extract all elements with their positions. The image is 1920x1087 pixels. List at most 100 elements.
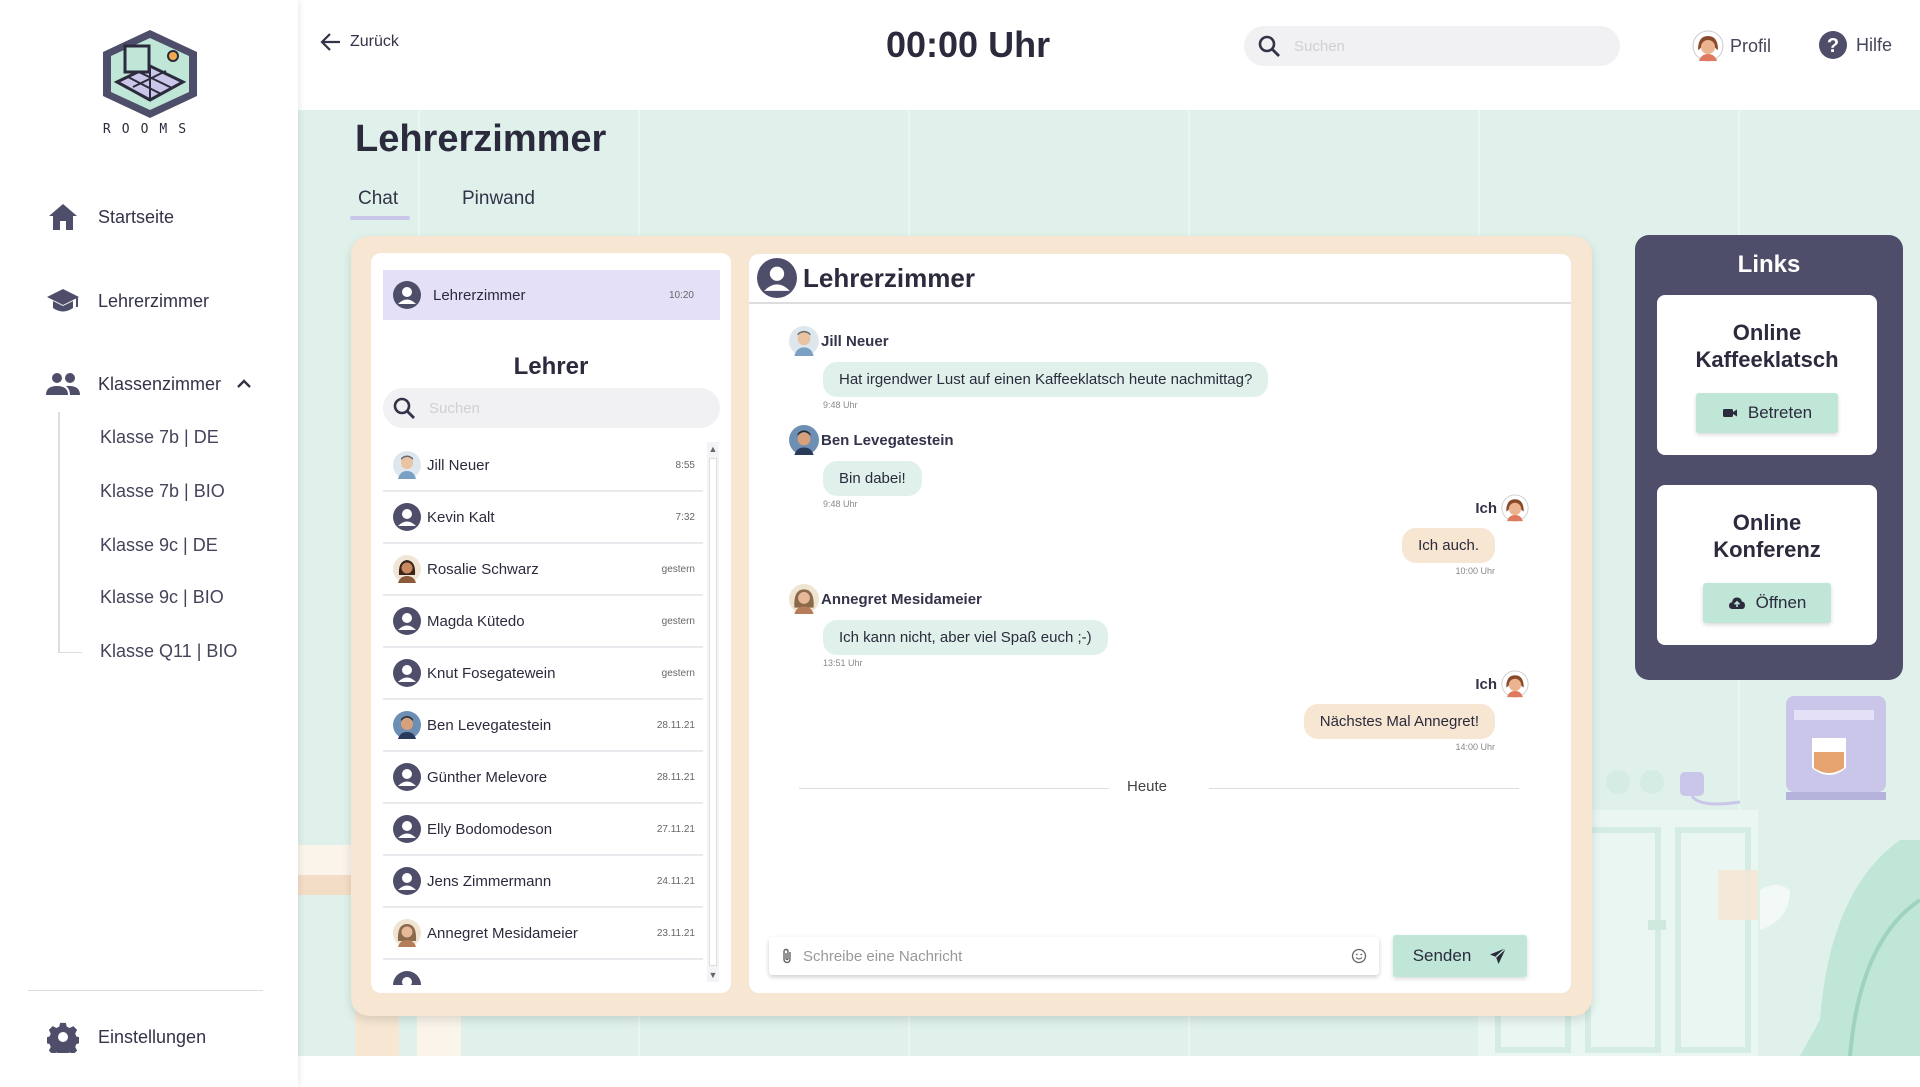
paper-plane-icon: [1489, 947, 1507, 965]
rooms-logo[interactable]: ROOMS: [95, 26, 205, 144]
contact-item-partial[interactable]: [383, 960, 703, 985]
default-user-icon: [393, 971, 421, 985]
contacts-scrollbar[interactable]: ▲ ▼: [707, 442, 719, 982]
contact-item[interactable]: Knut Fosegatewein gestern: [383, 648, 703, 700]
avatar: [789, 425, 819, 455]
contact-name: Günther Melevore: [427, 768, 548, 786]
avatar: [393, 919, 421, 947]
contact-time: gestern: [661, 667, 695, 679]
contact-item[interactable]: Elly Bodomodeson 27.11.21: [383, 804, 703, 856]
back-label: Zurück: [350, 33, 399, 50]
avatar: [393, 711, 421, 739]
video-camera-icon: [1722, 407, 1738, 419]
help-button[interactable]: ? Hilfe: [1818, 30, 1892, 60]
chat-message: Ben Levegatestein Bin dabei! 9:48 Uhr: [789, 425, 954, 509]
sidebar-subitem-q11-bio[interactable]: Klasse Q11 | BIO: [100, 641, 237, 662]
default-user-icon: [393, 763, 421, 791]
chevron-up-icon[interactable]: [237, 379, 251, 389]
contact-item[interactable]: Jill Neuer 8:55: [383, 440, 703, 492]
subnav-line-end: [58, 652, 82, 653]
sidebar-subitem-9c-bio[interactable]: Klasse 9c | BIO: [100, 587, 224, 608]
message-input[interactable]: [803, 947, 1343, 965]
contacts-search-input[interactable]: [429, 399, 679, 417]
contact-time: 28.11.21: [656, 719, 695, 731]
link-card-kaffeeklatsch: Online Kaffeeklatsch Betreten: [1657, 295, 1877, 455]
message-composer[interactable]: [769, 937, 1379, 975]
day-separator: Heute: [799, 778, 1519, 798]
paperclip-icon[interactable]: [781, 948, 793, 964]
open-label: Öffnen: [1755, 593, 1807, 612]
question-icon: ?: [1818, 30, 1848, 60]
tab-chat[interactable]: Chat: [358, 188, 398, 210]
join-label: Betreten: [1747, 403, 1813, 422]
contact-time: 27.11.21: [656, 823, 695, 835]
contact-time: 7:32: [675, 511, 695, 523]
contact-name: Knut Fosegatewein: [427, 664, 556, 682]
contact-item[interactable]: Günther Melevore 28.11.21: [383, 752, 703, 804]
subnav-line: [58, 412, 60, 652]
link-card-konferenz: Online Konferenz Öffnen: [1657, 485, 1877, 645]
contact-name: Kevin Kalt: [427, 508, 495, 526]
sidebar-item-startseite[interactable]: Startseite: [46, 200, 174, 234]
message-bubble: Nächstes Mal Annegret!: [1303, 704, 1495, 739]
group-chat-name: Lehrerzimmer: [433, 286, 526, 304]
avatar: [393, 451, 421, 479]
svg-text:?: ?: [1827, 35, 1839, 57]
floor-strip: [298, 1056, 1920, 1087]
coffee-machine-illustration: [1606, 696, 1920, 1056]
join-button[interactable]: Betreten: [1696, 393, 1838, 433]
sidebar-item-lehrerzimmer[interactable]: Lehrerzimmer: [46, 284, 209, 318]
sidebar-item-label: Klassenzimmer: [98, 373, 222, 394]
contact-item[interactable]: Jens Zimmermann 24.11.21: [383, 856, 703, 908]
logo-text: ROOMS: [102, 122, 198, 137]
message-author: Jill Neuer: [821, 332, 889, 350]
contact-item[interactable]: Rosalie Schwarz gestern: [383, 544, 703, 596]
profile-button[interactable]: Profil: [1692, 30, 1771, 62]
contact-item[interactable]: Magda Küte­do gestern: [383, 596, 703, 648]
clock-display: 00:00 Uhr: [886, 24, 1051, 65]
scrollbar-thumb[interactable]: [709, 458, 717, 966]
contact-item[interactable]: Annegret Mesidameier 23.11.21: [383, 908, 703, 960]
sidebar-item-label: Einstellungen: [98, 1026, 207, 1047]
group-chat-item[interactable]: Lehrerzimmer 10:20: [383, 270, 720, 320]
global-search[interactable]: [1244, 26, 1620, 66]
contact-item[interactable]: Kevin Kalt 7:32: [383, 492, 703, 544]
contacts-search[interactable]: [383, 388, 720, 428]
sidebar-item-einstellungen[interactable]: Einstellungen: [46, 1020, 206, 1054]
sidebar-subitem-7b-de[interactable]: Klasse 7b | DE: [100, 427, 219, 448]
room-decor-shelf: [355, 1010, 461, 1056]
contact-item[interactable]: Ben Levegatestein 28.11.21: [383, 700, 703, 752]
scroll-up-icon[interactable]: ▲: [708, 444, 718, 454]
message-author: Ich: [1475, 499, 1497, 517]
contact-name: Jens Zimmermann: [427, 872, 552, 890]
app-root: ROOMS Startseite Lehrerzimmer Klassenzim…: [0, 0, 1920, 1087]
sidebar-divider: [28, 990, 263, 991]
sidebar-subitem-7b-bio[interactable]: Klasse 7b | BIO: [100, 481, 225, 502]
send-button[interactable]: Senden: [1393, 935, 1527, 977]
scroll-down-icon[interactable]: ▼: [708, 970, 718, 980]
emoji-icon[interactable]: [1351, 948, 1367, 964]
contact-time: 8:55: [675, 459, 695, 471]
contact-time: 24.11.21: [656, 875, 695, 887]
message-author: Ben Levegatestein: [821, 431, 954, 449]
group-icon: [757, 258, 797, 298]
sidebar-subitem-9c-de[interactable]: Klasse 9c | DE: [100, 535, 218, 556]
links-title: Links: [1737, 251, 1801, 278]
avatar: [789, 584, 819, 614]
default-user-icon: [393, 503, 421, 531]
user-avatar: [1501, 494, 1529, 522]
open-button[interactable]: Öffnen: [1703, 583, 1831, 623]
contact-name: Magda Küte­do: [427, 612, 525, 630]
message-bubble: Ich kann nicht, aber viel Spaß euch ;-): [823, 620, 1108, 655]
back-button[interactable]: Zurück: [320, 32, 399, 52]
search-input[interactable]: [1294, 37, 1594, 55]
tab-pinwand[interactable]: Pinwand: [462, 188, 535, 210]
message-time: 14:00 Uhr: [1455, 742, 1495, 752]
chat-message: Jill Neuer Hat irgendwer Lust auf einen …: [789, 326, 1269, 410]
send-label: Senden: [1412, 946, 1472, 965]
chat-message: Annegret Mesidameier Ich kann nicht, abe…: [789, 584, 1108, 668]
sidebar-item-klassenzimmer[interactable]: Klassenzimmer: [46, 367, 251, 401]
contact-time: 23.11.21: [656, 927, 695, 939]
sidebar-item-label: Lehrerzimmer: [98, 290, 210, 311]
separator-line-right: [1209, 788, 1519, 789]
